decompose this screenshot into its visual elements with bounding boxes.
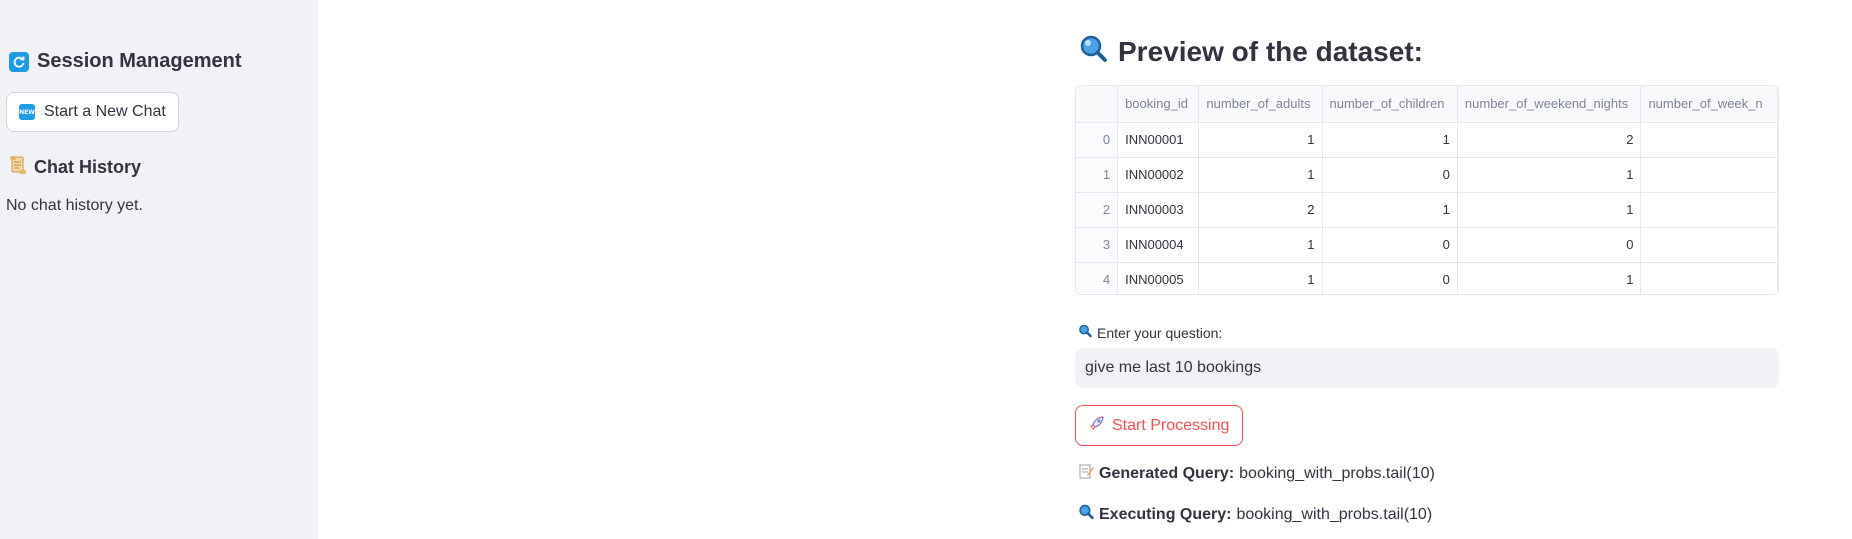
- new-badge-icon: NEW: [19, 104, 35, 120]
- cell-week-nights[interactable]: [1640, 122, 1778, 158]
- magnifier-icon: [1078, 504, 1094, 525]
- cell-adults[interactable]: 1: [1198, 122, 1323, 158]
- cell-weekend-nights[interactable]: 1: [1457, 157, 1642, 193]
- table-row: 2 INN00003 2 1 1: [1076, 192, 1778, 228]
- row-index: 2: [1076, 192, 1119, 228]
- row-index: 4: [1076, 262, 1119, 294]
- column-header-weekend-nights[interactable]: number_of_weekend_nights: [1457, 86, 1642, 123]
- cell-week-nights[interactable]: [1640, 157, 1778, 193]
- table-row: 3 INN00004 1 0 0: [1076, 227, 1778, 263]
- chat-history-title: Chat History: [34, 157, 142, 177]
- cell-week-nights[interactable]: [1640, 262, 1778, 294]
- magnifier-icon: [1078, 324, 1092, 341]
- cell-children[interactable]: 0: [1322, 227, 1458, 263]
- dataset-preview-table[interactable]: booking_id number_of_adults number_of_ch…: [1075, 85, 1779, 295]
- cell-children[interactable]: 1: [1322, 122, 1458, 158]
- cell-booking-id[interactable]: INN00004: [1117, 227, 1200, 263]
- column-header-booking-id[interactable]: booking_id: [1117, 86, 1200, 123]
- row-index: 3: [1076, 227, 1119, 263]
- start-new-chat-label: Start a New Chat: [44, 103, 166, 120]
- question-label: Enter your question:: [1078, 324, 1222, 341]
- cell-booking-id[interactable]: INN00003: [1117, 192, 1200, 228]
- cell-adults[interactable]: 1: [1198, 227, 1323, 263]
- cell-booking-id[interactable]: INN00005: [1117, 262, 1200, 294]
- session-management-title: Session Management: [37, 50, 242, 72]
- table-row: 0 INN00001 1 1 2: [1076, 122, 1778, 158]
- cell-adults[interactable]: 1: [1198, 157, 1323, 193]
- row-index: 1: [1076, 157, 1119, 193]
- session-management-heading: Session Management: [9, 50, 242, 73]
- start-new-chat-button[interactable]: NEW Start a New Chat: [6, 92, 179, 132]
- executing-query-value: booking_with_probs.tail(10): [1236, 505, 1433, 523]
- cell-week-nights[interactable]: [1640, 192, 1778, 228]
- cell-children[interactable]: 0: [1322, 262, 1458, 294]
- rocket-icon: [1089, 415, 1105, 436]
- sidebar: Session Management NEW Start a New Chat …: [0, 0, 318, 539]
- table-row: 4 INN00005 1 0 1: [1076, 262, 1778, 294]
- question-label-text: Enter your question:: [1097, 324, 1223, 341]
- preview-heading: Preview of the dataset:: [1078, 34, 1423, 69]
- start-processing-label: Start Processing: [1112, 416, 1230, 434]
- question-input[interactable]: give me last 10 bookings: [1075, 348, 1779, 388]
- cell-week-nights[interactable]: [1640, 227, 1778, 263]
- executing-query-line: Executing Query: booking_with_probs.tail…: [1078, 504, 1432, 525]
- column-header-week-nights[interactable]: number_of_week_n: [1640, 86, 1778, 123]
- chat-history-heading: Chat History: [9, 155, 141, 180]
- table-row: 1 INN00002 1 0 1: [1076, 157, 1778, 193]
- no-history-text: No chat history yet.: [6, 197, 143, 214]
- scroll-icon: [9, 155, 27, 180]
- cell-adults[interactable]: 2: [1198, 192, 1323, 228]
- cell-weekend-nights[interactable]: 1: [1457, 262, 1642, 294]
- generated-query-label: Generated Query:: [1099, 464, 1235, 482]
- generated-query-line: Generated Query: booking_with_probs.tail…: [1078, 463, 1435, 484]
- cell-adults[interactable]: 1: [1198, 262, 1323, 294]
- table-header-row: booking_id number_of_adults number_of_ch…: [1076, 86, 1778, 123]
- executing-query-label: Executing Query:: [1099, 505, 1232, 523]
- cell-children[interactable]: 1: [1322, 192, 1458, 228]
- cell-weekend-nights[interactable]: 0: [1457, 227, 1642, 263]
- refresh-icon: [9, 51, 29, 72]
- magnifier-icon: [1078, 34, 1108, 69]
- cell-booking-id[interactable]: INN00002: [1117, 157, 1200, 193]
- memo-icon: [1078, 463, 1094, 484]
- column-header-children[interactable]: number_of_children: [1322, 86, 1458, 123]
- cell-weekend-nights[interactable]: 2: [1457, 122, 1642, 158]
- cell-children[interactable]: 0: [1322, 157, 1458, 193]
- cell-booking-id[interactable]: INN00001: [1117, 122, 1200, 158]
- cell-weekend-nights[interactable]: 1: [1457, 192, 1642, 228]
- preview-title: Preview of the dataset:: [1118, 35, 1423, 67]
- row-index: 0: [1076, 122, 1119, 158]
- column-header-adults[interactable]: number_of_adults: [1198, 86, 1323, 123]
- column-header-index[interactable]: [1076, 86, 1119, 123]
- generated-query-value: booking_with_probs.tail(10): [1239, 464, 1435, 482]
- start-processing-button[interactable]: Start Processing: [1075, 405, 1244, 446]
